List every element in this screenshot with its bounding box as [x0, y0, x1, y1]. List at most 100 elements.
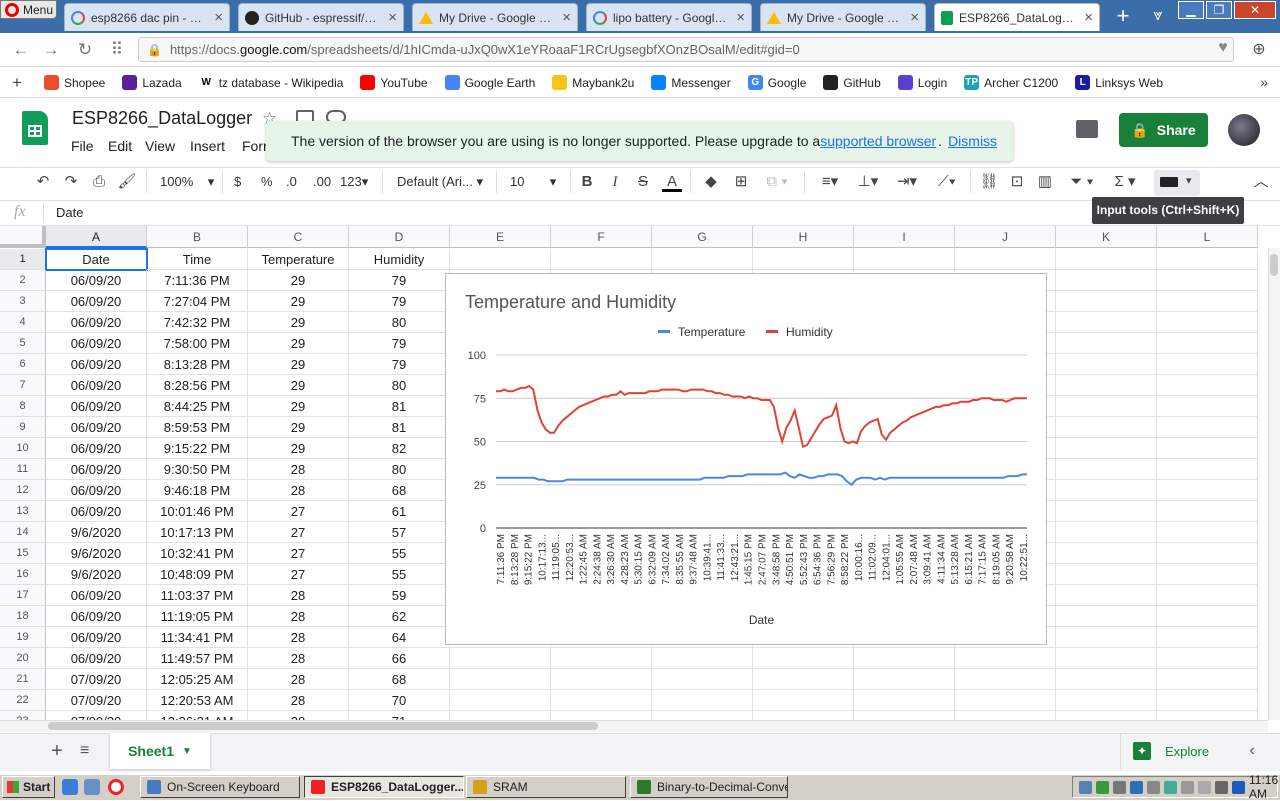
cell[interactable]	[551, 249, 652, 270]
cell[interactable]: 79	[349, 333, 450, 354]
font-select[interactable]: Default (Ari... ▾	[397, 172, 485, 192]
reload-icon[interactable]: ↻	[74, 40, 96, 60]
desktop-icon[interactable]	[84, 779, 100, 795]
row-header[interactable]: 20	[0, 648, 46, 669]
cell[interactable]	[1157, 585, 1258, 606]
menu-view[interactable]: View	[145, 138, 175, 154]
cell[interactable]	[1056, 249, 1157, 270]
cell[interactable]: 11:49:57 PM	[147, 648, 248, 669]
back-icon[interactable]: ←	[10, 40, 32, 60]
column-header[interactable]: H	[753, 226, 854, 248]
cell[interactable]	[450, 690, 551, 711]
vertical-scrollbar[interactable]	[1268, 248, 1280, 720]
cell[interactable]	[955, 711, 1056, 720]
column-header[interactable]: B	[147, 226, 248, 248]
cell[interactable]: 7:27:04 PM	[147, 291, 248, 312]
cell[interactable]	[1157, 333, 1258, 354]
insert-comment-icon[interactable]: ⊡	[1006, 172, 1028, 192]
cell[interactable]: 06/09/20	[46, 312, 147, 333]
cell[interactable]	[1056, 312, 1157, 333]
row-header[interactable]: 15	[0, 543, 46, 564]
cell[interactable]	[1056, 417, 1157, 438]
menu-edit[interactable]: Edit	[108, 138, 132, 154]
cell[interactable]: 82	[349, 438, 450, 459]
shield-icon[interactable]	[1215, 780, 1228, 794]
cell[interactable]	[854, 648, 955, 669]
row-header[interactable]: 11	[0, 459, 46, 480]
cell[interactable]	[1056, 354, 1157, 375]
cell[interactable]: 27	[248, 522, 349, 543]
row-header[interactable]: 17	[0, 585, 46, 606]
cell[interactable]	[1056, 480, 1157, 501]
insert-chart-icon[interactable]: ▥	[1034, 172, 1056, 192]
cell[interactable]: 28	[248, 585, 349, 606]
bookmark-item[interactable]: YouTube	[360, 75, 428, 90]
menu-insert[interactable]: Insert	[190, 138, 225, 154]
add-bookmark-icon[interactable]: +	[12, 73, 22, 93]
cell[interactable]	[1157, 396, 1258, 417]
column-header[interactable]: L	[1157, 226, 1258, 248]
cell[interactable]: 06/09/20	[46, 585, 147, 606]
cell[interactable]: 29	[248, 417, 349, 438]
cell[interactable]: 27	[248, 543, 349, 564]
cell[interactable]	[1157, 501, 1258, 522]
cell[interactable]: 27	[248, 564, 349, 585]
row-header[interactable]: 5	[0, 333, 46, 354]
bookmark-item[interactable]: Google Earth	[444, 75, 535, 90]
cell[interactable]: 29	[248, 333, 349, 354]
cell[interactable]	[450, 648, 551, 669]
tab-menu-icon[interactable]: ⩔	[1145, 4, 1171, 28]
cell[interactable]	[1157, 543, 1258, 564]
cell[interactable]: 28	[248, 606, 349, 627]
cell[interactable]	[753, 669, 854, 690]
cell[interactable]: 62	[349, 606, 450, 627]
cell[interactable]: 7:58:00 PM	[147, 333, 248, 354]
cell[interactable]: 68	[349, 669, 450, 690]
borders-icon[interactable]: ⊞	[730, 172, 752, 192]
speed-dial-icon[interactable]: ⠿	[106, 40, 128, 60]
cell[interactable]: 59	[349, 585, 450, 606]
cell[interactable]	[1157, 711, 1258, 720]
cell[interactable]	[551, 648, 652, 669]
browser-tab[interactable]: My Drive - Google Drive ×	[760, 3, 926, 31]
cell[interactable]	[1056, 648, 1157, 669]
cell[interactable]	[955, 690, 1056, 711]
increase-decimal-button[interactable]: .00	[313, 172, 331, 192]
close-tab-icon[interactable]: ×	[388, 9, 397, 26]
row-header[interactable]: 1	[0, 249, 46, 270]
address-bar[interactable]: 🔒 https://docs.google.com/spreadsheets/d…	[138, 37, 1234, 62]
cell[interactable]	[1056, 669, 1157, 690]
cell[interactable]: 9:30:50 PM	[147, 459, 248, 480]
cell[interactable]	[1157, 249, 1258, 270]
row-header[interactable]: 13	[0, 501, 46, 522]
bookmark-item[interactable]: Lazada	[122, 75, 182, 90]
taskbar-task[interactable]: Binary-to-Decimal-Conve...	[630, 776, 788, 798]
browser-tab[interactable]: esp8266 dac pin - Google ×	[64, 3, 230, 31]
cell[interactable]	[551, 669, 652, 690]
cell[interactable]	[551, 690, 652, 711]
cell[interactable]: 8:28:56 PM	[147, 375, 248, 396]
cell[interactable]: 11:03:37 PM	[147, 585, 248, 606]
cell[interactable]: 10:48:09 PM	[147, 564, 248, 585]
cell[interactable]	[955, 669, 1056, 690]
cell[interactable]	[1157, 606, 1258, 627]
cell[interactable]: 06/09/20	[46, 480, 147, 501]
cell[interactable]: 28	[248, 669, 349, 690]
cell[interactable]: 12:36:21 AM	[147, 711, 248, 720]
cell[interactable]	[1056, 438, 1157, 459]
cell[interactable]	[652, 648, 753, 669]
row-header[interactable]: 6	[0, 354, 46, 375]
cell[interactable]	[1056, 564, 1157, 585]
more-formats-select[interactable]: 123▾	[340, 172, 368, 192]
cell[interactable]	[450, 249, 551, 270]
close-tab-icon[interactable]: ×	[1084, 9, 1093, 26]
row-header[interactable]: 7	[0, 375, 46, 396]
cell[interactable]	[1056, 375, 1157, 396]
cell[interactable]	[753, 711, 854, 720]
cell[interactable]: 8:13:28 PM	[147, 354, 248, 375]
cell[interactable]	[1157, 690, 1258, 711]
cell[interactable]: 9/6/2020	[46, 522, 147, 543]
cell[interactable]	[1157, 375, 1258, 396]
bookmark-item[interactable]: Messenger	[651, 75, 731, 90]
download-icon[interactable]: ⊕	[1248, 39, 1270, 59]
